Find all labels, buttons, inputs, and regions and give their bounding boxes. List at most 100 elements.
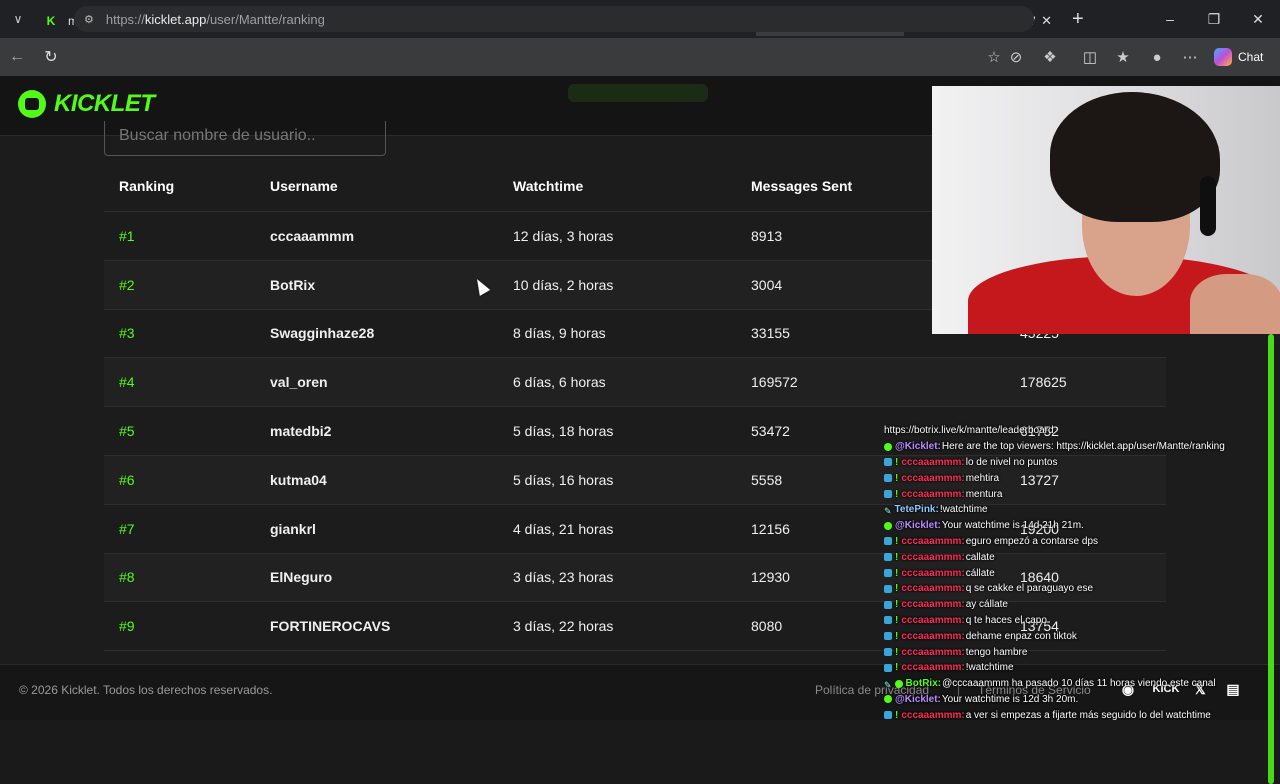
- chat-username: cccaaammm:: [901, 472, 965, 484]
- back-arrow-icon[interactable]: ←: [0, 48, 34, 66]
- sub-badge-icon: [884, 537, 892, 546]
- username-cell[interactable]: FORTINEROCAVS: [270, 618, 390, 634]
- window-close-icon[interactable]: ✕: [1236, 0, 1280, 38]
- chat-text: @cccaaammm ha pasado 10 días 11 horas vi…: [942, 678, 1216, 690]
- kicklet-logo[interactable]: KICKLET: [18, 90, 155, 118]
- header-button-blurred[interactable]: [568, 84, 708, 102]
- messages-cell: 53472: [751, 423, 790, 440]
- chat-message: ! cccaaammm: mentura: [884, 486, 1280, 502]
- username-cell[interactable]: BotRix: [270, 277, 315, 293]
- username-cell[interactable]: matedbi2: [270, 423, 331, 439]
- split-screen-icon[interactable]: ◫: [1077, 38, 1103, 76]
- username-cell[interactable]: cccaaammm: [270, 228, 354, 244]
- chat-message: ! cccaaammm: lo de nivel no puntos: [884, 455, 1280, 471]
- chat-username: cccaaammm:: [901, 662, 965, 674]
- logo-text: KICKLET: [54, 90, 155, 117]
- extra-value-cell: 178625: [1020, 374, 1067, 391]
- header-messages-sent[interactable]: Messages Sent: [751, 178, 852, 194]
- more-menu-icon[interactable]: ⋯: [1177, 38, 1203, 76]
- site-info-icon[interactable]: ⚙: [84, 13, 94, 26]
- header-watchtime[interactable]: Watchtime: [513, 178, 583, 194]
- chat-username: cccaaammm:: [901, 630, 965, 642]
- chat-message: ! cccaaammm: q te haces el capo: [884, 613, 1280, 629]
- kick-favicon-icon: K: [46, 14, 56, 28]
- chat-username: cccaaammm:: [901, 709, 965, 720]
- username-cell[interactable]: ElNeguro: [270, 569, 332, 585]
- exclamation-badge-icon: !: [895, 551, 899, 563]
- table-row: #4 val_oren 6 días, 6 horas 169572 178625: [104, 358, 1166, 408]
- username-search-input[interactable]: Buscar nombre de usuario..: [104, 121, 386, 156]
- url-field[interactable]: ⚙ https:// kicklet.app /user/Mantte/rank…: [74, 6, 1034, 32]
- chat-text: q te haces el capo: [965, 614, 1047, 626]
- chat-text: mehtira: [965, 472, 1000, 484]
- chat-text: tengo hambre: [965, 646, 1028, 658]
- sub-badge-icon: [884, 458, 892, 467]
- tab-list-chevron-icon[interactable]: ∨: [0, 0, 36, 38]
- rank-cell: #2: [119, 276, 135, 293]
- chat-username: @Kicklet:: [895, 520, 941, 532]
- chat-message: ! cccaaammm: ay cállate: [884, 597, 1280, 613]
- sub-badge-icon: [884, 711, 892, 720]
- sub-badge-icon: [884, 648, 892, 657]
- exclamation-badge-icon: !: [895, 614, 899, 626]
- chat-text: !watchtime: [965, 662, 1014, 674]
- chat-text: lo de nivel no puntos: [965, 456, 1058, 468]
- username-cell[interactable]: val_oren: [270, 374, 328, 390]
- chat-text: Here are the top viewers: https://kickle…: [941, 441, 1225, 453]
- exclamation-badge-icon: !: [895, 535, 899, 547]
- copilot-chat-button[interactable]: Chat: [1214, 46, 1263, 68]
- exclamation-badge-icon: !: [895, 456, 899, 468]
- exclamation-badge-icon: !: [895, 709, 899, 720]
- verified-badge-icon: [884, 521, 892, 530]
- username-cell[interactable]: giankrl: [270, 521, 316, 537]
- messages-cell: 12930: [751, 569, 790, 586]
- chat-message: ✎ TetePink: !watchtime: [884, 502, 1280, 518]
- messages-cell: 169572: [751, 374, 798, 391]
- chat-username: cccaaammm:: [901, 614, 965, 626]
- chat-text: callate: [965, 551, 995, 563]
- rank-cell: #8: [119, 569, 135, 586]
- chat-text: Your watchtime is 14d 21h 21m.: [941, 520, 1084, 532]
- pen-badge-icon: ✎: [884, 679, 892, 690]
- messages-cell: 5558: [751, 471, 783, 488]
- chat-message: ✎ BotRix: @cccaaammm ha pasado 10 días 11…: [884, 676, 1280, 692]
- messages-cell: 12156: [751, 520, 790, 537]
- rank-cell: #5: [119, 423, 135, 440]
- chat-message: ! cccaaammm: a ver si empezas a fijarte m…: [884, 707, 1280, 720]
- tab-close-icon[interactable]: ✕: [1041, 13, 1052, 29]
- no-tracking-icon[interactable]: ⊘: [1003, 38, 1029, 76]
- sub-badge-icon: [884, 584, 892, 593]
- watchtime-cell: 10 días, 2 horas: [513, 276, 614, 293]
- copyright-text: © 2026 Kicklet. Todos los derechos reser…: [19, 683, 273, 697]
- rank-cell: #4: [119, 374, 135, 391]
- chat-username: cccaaammm:: [901, 535, 965, 547]
- username-cell[interactable]: Swagginhaze28: [270, 325, 374, 341]
- sub-badge-icon: [884, 569, 892, 578]
- messages-cell: 8913: [751, 227, 783, 244]
- chat-username: cccaaammm:: [901, 599, 965, 611]
- header-username[interactable]: Username: [270, 178, 338, 194]
- chat-username: @Kicklet:: [895, 441, 941, 453]
- chat-message: ! cccaaammm: mehtira: [884, 470, 1280, 486]
- minimize-icon[interactable]: –: [1148, 0, 1192, 38]
- chat-message: ! cccaaammm: callate: [884, 549, 1280, 565]
- favorites-icon[interactable]: ★: [1110, 38, 1136, 76]
- exclamation-badge-icon: !: [895, 599, 899, 611]
- header-ranking[interactable]: Ranking: [119, 178, 174, 194]
- messages-cell: 33155: [751, 325, 790, 342]
- sub-badge-icon: [884, 632, 892, 641]
- rank-cell: #7: [119, 520, 135, 537]
- exclamation-badge-icon: !: [895, 630, 899, 642]
- new-tab-plus-icon[interactable]: +: [1072, 8, 1084, 31]
- chat-message: ! cccaaammm: eguro empezó a contarse dps: [884, 534, 1280, 550]
- username-cell[interactable]: kutma04: [270, 472, 327, 488]
- chat-text: Your watchtime is 12d 3h 20m.: [941, 693, 1079, 705]
- extensions-icon[interactable]: ❖: [1037, 38, 1063, 76]
- profile-avatar-icon[interactable]: ●: [1144, 38, 1170, 76]
- refresh-icon[interactable]: ↻: [34, 47, 68, 67]
- url-path: /user/Mantte/ranking: [206, 11, 325, 27]
- chat-username: cccaaammm:: [901, 551, 965, 563]
- restore-icon[interactable]: ❐: [1192, 0, 1236, 38]
- watchtime-cell: 5 días, 18 horas: [513, 423, 614, 440]
- chat-message: ! cccaaammm: dehame enpaz con tiktok: [884, 628, 1280, 644]
